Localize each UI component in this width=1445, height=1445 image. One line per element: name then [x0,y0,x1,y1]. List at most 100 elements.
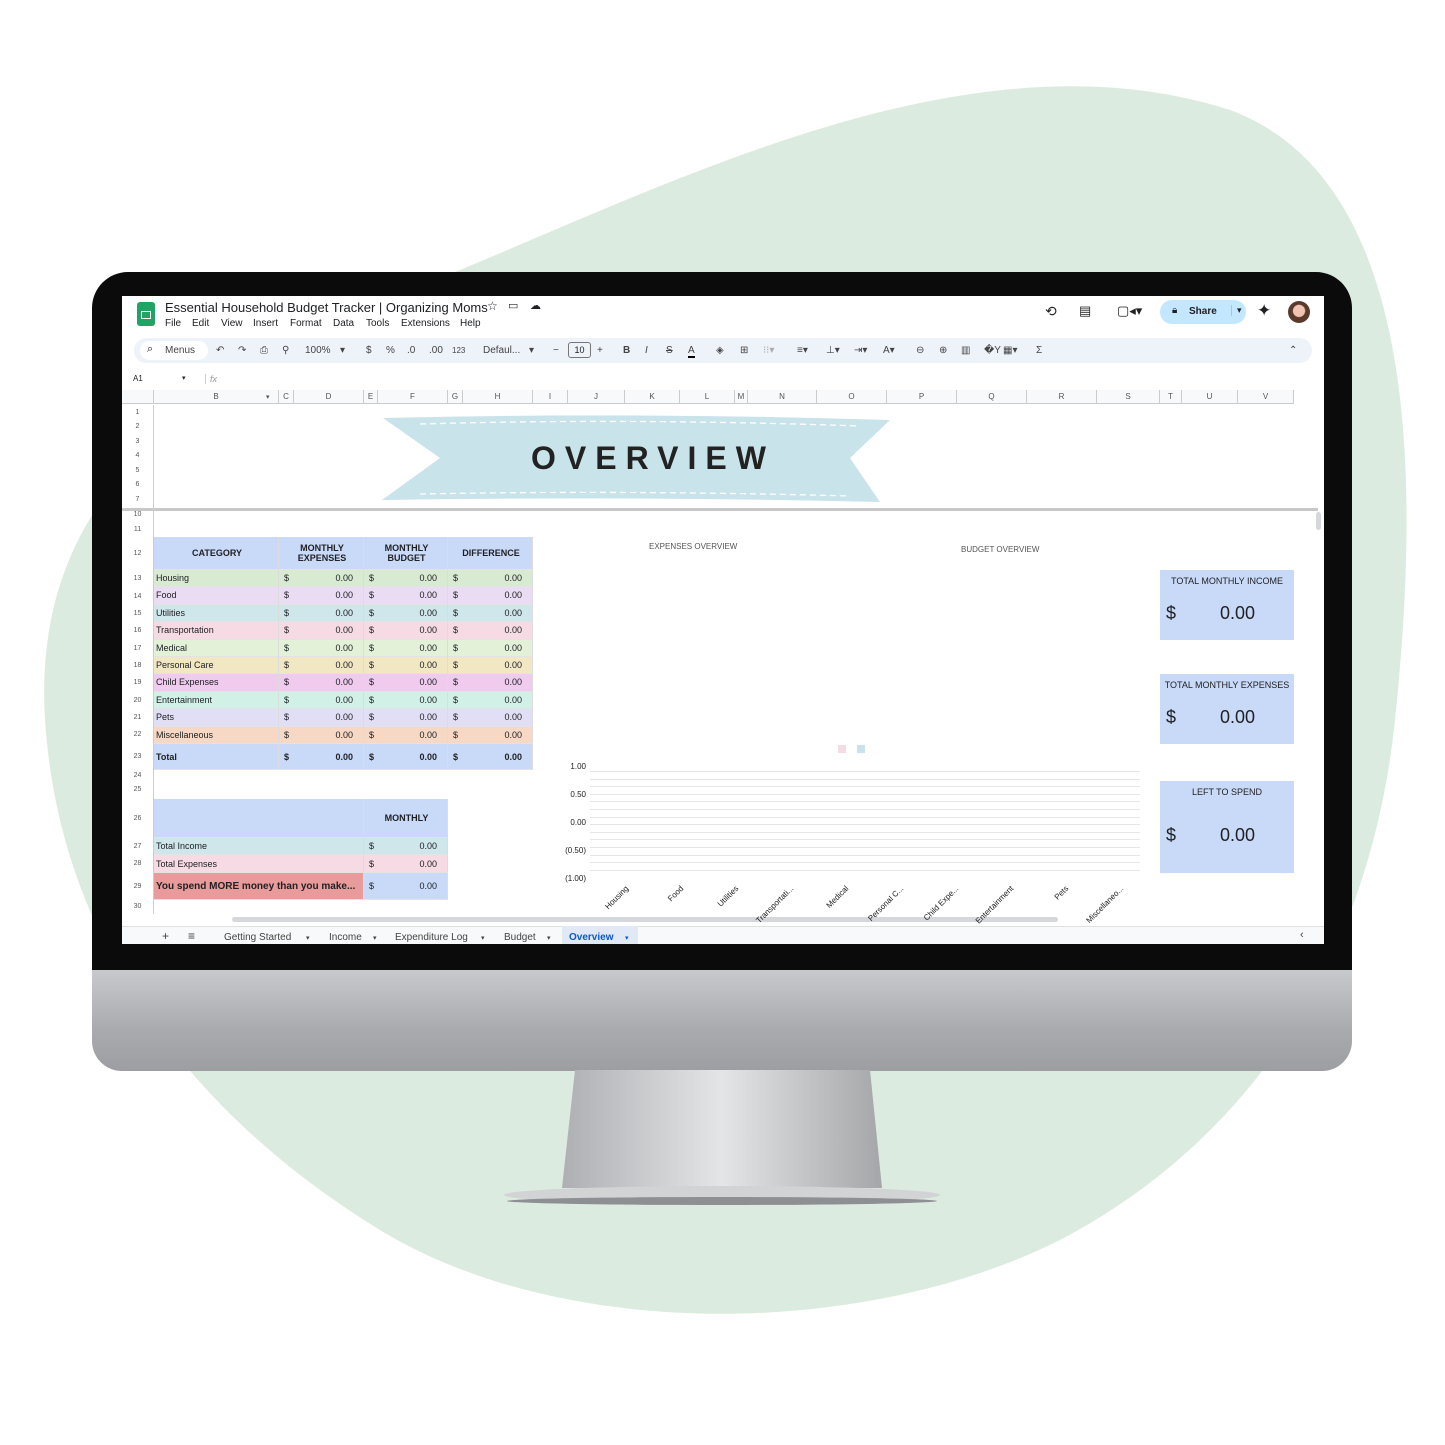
total-row-difference[interactable]: $0.00 [448,744,533,770]
category-row-5-expenses[interactable]: $0.00 [279,657,364,675]
column-header-j[interactable]: J [568,390,625,404]
menu-file[interactable]: File [165,318,181,329]
print-icon[interactable]: ⎙ [260,345,268,356]
category-row-8-category[interactable]: Pets [154,709,279,727]
cloud-status-icon[interactable]: ☁ [530,299,541,312]
redo-icon[interactable]: ↷ [238,345,246,356]
increase-decimal-button[interactable]: .00 [429,345,443,356]
column-header-s[interactable]: S [1097,390,1160,404]
column-header-v[interactable]: V [1238,390,1294,404]
row-header-19[interactable]: 19 [122,674,154,692]
menu-view[interactable]: View [221,318,243,329]
merge-cells-icon[interactable]: ⁝⁝▾ [763,345,774,356]
frozen-rows-divider[interactable] [122,508,1318,511]
category-row-2-category[interactable]: Utilities [154,604,279,623]
all-sheets-menu-icon[interactable]: ≡ [188,929,195,943]
select-all-corner[interactable] [122,390,154,404]
total-row-category[interactable]: Total [154,744,279,770]
category-row-6-category[interactable]: Child Expenses [154,674,279,692]
row-header-26[interactable]: 26 [122,799,154,838]
category-row-0-budget[interactable]: $0.00 [364,570,448,588]
scroll-tabs-left-icon[interactable]: ‹ [1300,929,1304,941]
category-row-7-expenses[interactable]: $0.00 [279,691,364,710]
category-row-9-expenses[interactable]: $0.00 [279,726,364,744]
row-header-11[interactable]: 11 [122,522,154,537]
category-row-2-expenses[interactable]: $0.00 [279,604,364,623]
collapse-toolbar-icon[interactable]: ⌃ [1289,345,1297,356]
version-history-icon[interactable]: ⟲ [1045,303,1057,320]
link-icon[interactable]: ⊖ [916,345,924,356]
sheets-logo-icon[interactable] [137,302,155,326]
chevron-down-icon[interactable]: ▾ [340,345,345,356]
category-row-1-expenses[interactable]: $0.00 [279,587,364,605]
move-folder-icon[interactable]: ▭ [508,299,518,312]
category-row-8-difference[interactable]: $0.00 [448,709,533,727]
category-row-6-difference[interactable]: $0.00 [448,674,533,692]
column-header-o[interactable]: O [817,390,887,404]
font-select[interactable]: Defaul... [483,345,520,356]
italic-button[interactable]: I [645,345,648,356]
column-header-d[interactable]: D [294,390,364,404]
category-row-2-budget[interactable]: $0.00 [364,604,448,623]
row-header-22[interactable]: 22 [122,726,154,744]
column-filter-dropdown-icon[interactable]: ▾ [266,393,270,401]
add-sheet-button[interactable]: + [162,929,169,943]
row-header-17[interactable]: 17 [122,640,154,657]
horizontal-align-icon[interactable]: ≡▾ [797,345,808,356]
category-row-7-category[interactable]: Entertainment [154,691,279,710]
row-header-25[interactable]: 25 [122,781,154,799]
category-row-2-difference[interactable]: $0.00 [448,604,533,623]
search-menus-input[interactable]: ⌕ Menus [140,341,208,360]
column-header-k[interactable]: K [625,390,680,404]
row-header-13[interactable]: 13 [122,570,154,588]
document-title[interactable]: Essential Household Budget Tracker | Org… [165,300,488,315]
category-row-0-category[interactable]: Housing [154,570,279,588]
summary-value-2[interactable]: $0.00 [364,873,448,900]
column-header-e[interactable]: E [364,390,378,404]
row-header-15[interactable]: 15 [122,605,154,622]
row-header-3[interactable]: 3 [122,434,154,449]
summary-label-0[interactable]: Total Income [154,838,364,855]
category-row-3-difference[interactable]: $0.00 [448,622,533,640]
percent-format-button[interactable]: % [386,345,395,356]
row-header-18[interactable]: 18 [122,657,154,674]
column-header-h[interactable]: H [463,390,533,404]
category-row-5-difference[interactable]: $0.00 [448,657,533,675]
category-row-4-category[interactable]: Medical [154,639,279,657]
row-header-27[interactable]: 27 [122,838,154,855]
tab-menu-chevron-icon[interactable]: ▾ [625,934,629,942]
column-header-g[interactable]: G [448,390,463,404]
row-header-12[interactable]: 12 [122,537,154,570]
undo-icon[interactable]: ↶ [216,345,224,356]
summary-label-1[interactable]: Total Expenses [154,855,364,873]
row-header-30[interactable]: 30 [122,900,154,914]
sheet-tab-budget[interactable]: Budget [504,932,536,943]
share-dropdown-icon[interactable]: ▾ [1231,305,1242,316]
name-box[interactable]: A1 [133,374,143,383]
column-header-r[interactable]: R [1027,390,1097,404]
summary-value-1[interactable]: $0.00 [364,855,448,873]
category-row-8-expenses[interactable]: $0.00 [279,709,364,727]
row-header-14[interactable]: 14 [122,588,154,605]
category-row-4-difference[interactable]: $0.00 [448,639,533,657]
paint-format-icon[interactable]: ⚲ [282,345,289,356]
avatar[interactable] [1288,301,1310,323]
sheet-tab-income[interactable]: Income [329,932,362,943]
row-header-4[interactable]: 4 [122,449,154,463]
more-formats-button[interactable]: 123 [452,346,465,355]
functions-button[interactable]: Σ [1036,345,1042,356]
menu-help[interactable]: Help [460,318,481,329]
sheet-tab-overview[interactable]: Overview [569,932,613,943]
decrease-decimal-button[interactable]: .0 [407,345,415,356]
category-row-4-budget[interactable]: $0.00 [364,639,448,657]
category-row-9-category[interactable]: Miscellaneous [154,726,279,744]
currency-format-button[interactable]: $ [366,345,372,356]
sheet-tab-getting-started[interactable]: Getting Started [224,932,291,943]
menu-insert[interactable]: Insert [253,318,278,329]
category-row-1-budget[interactable]: $0.00 [364,587,448,605]
bold-button[interactable]: B [623,345,630,356]
total-row-budget[interactable]: $0.00 [364,744,448,770]
category-row-0-difference[interactable]: $0.00 [448,570,533,588]
font-size-decrease-button[interactable]: − [553,345,559,356]
summary-value-0[interactable]: $0.00 [364,838,448,855]
